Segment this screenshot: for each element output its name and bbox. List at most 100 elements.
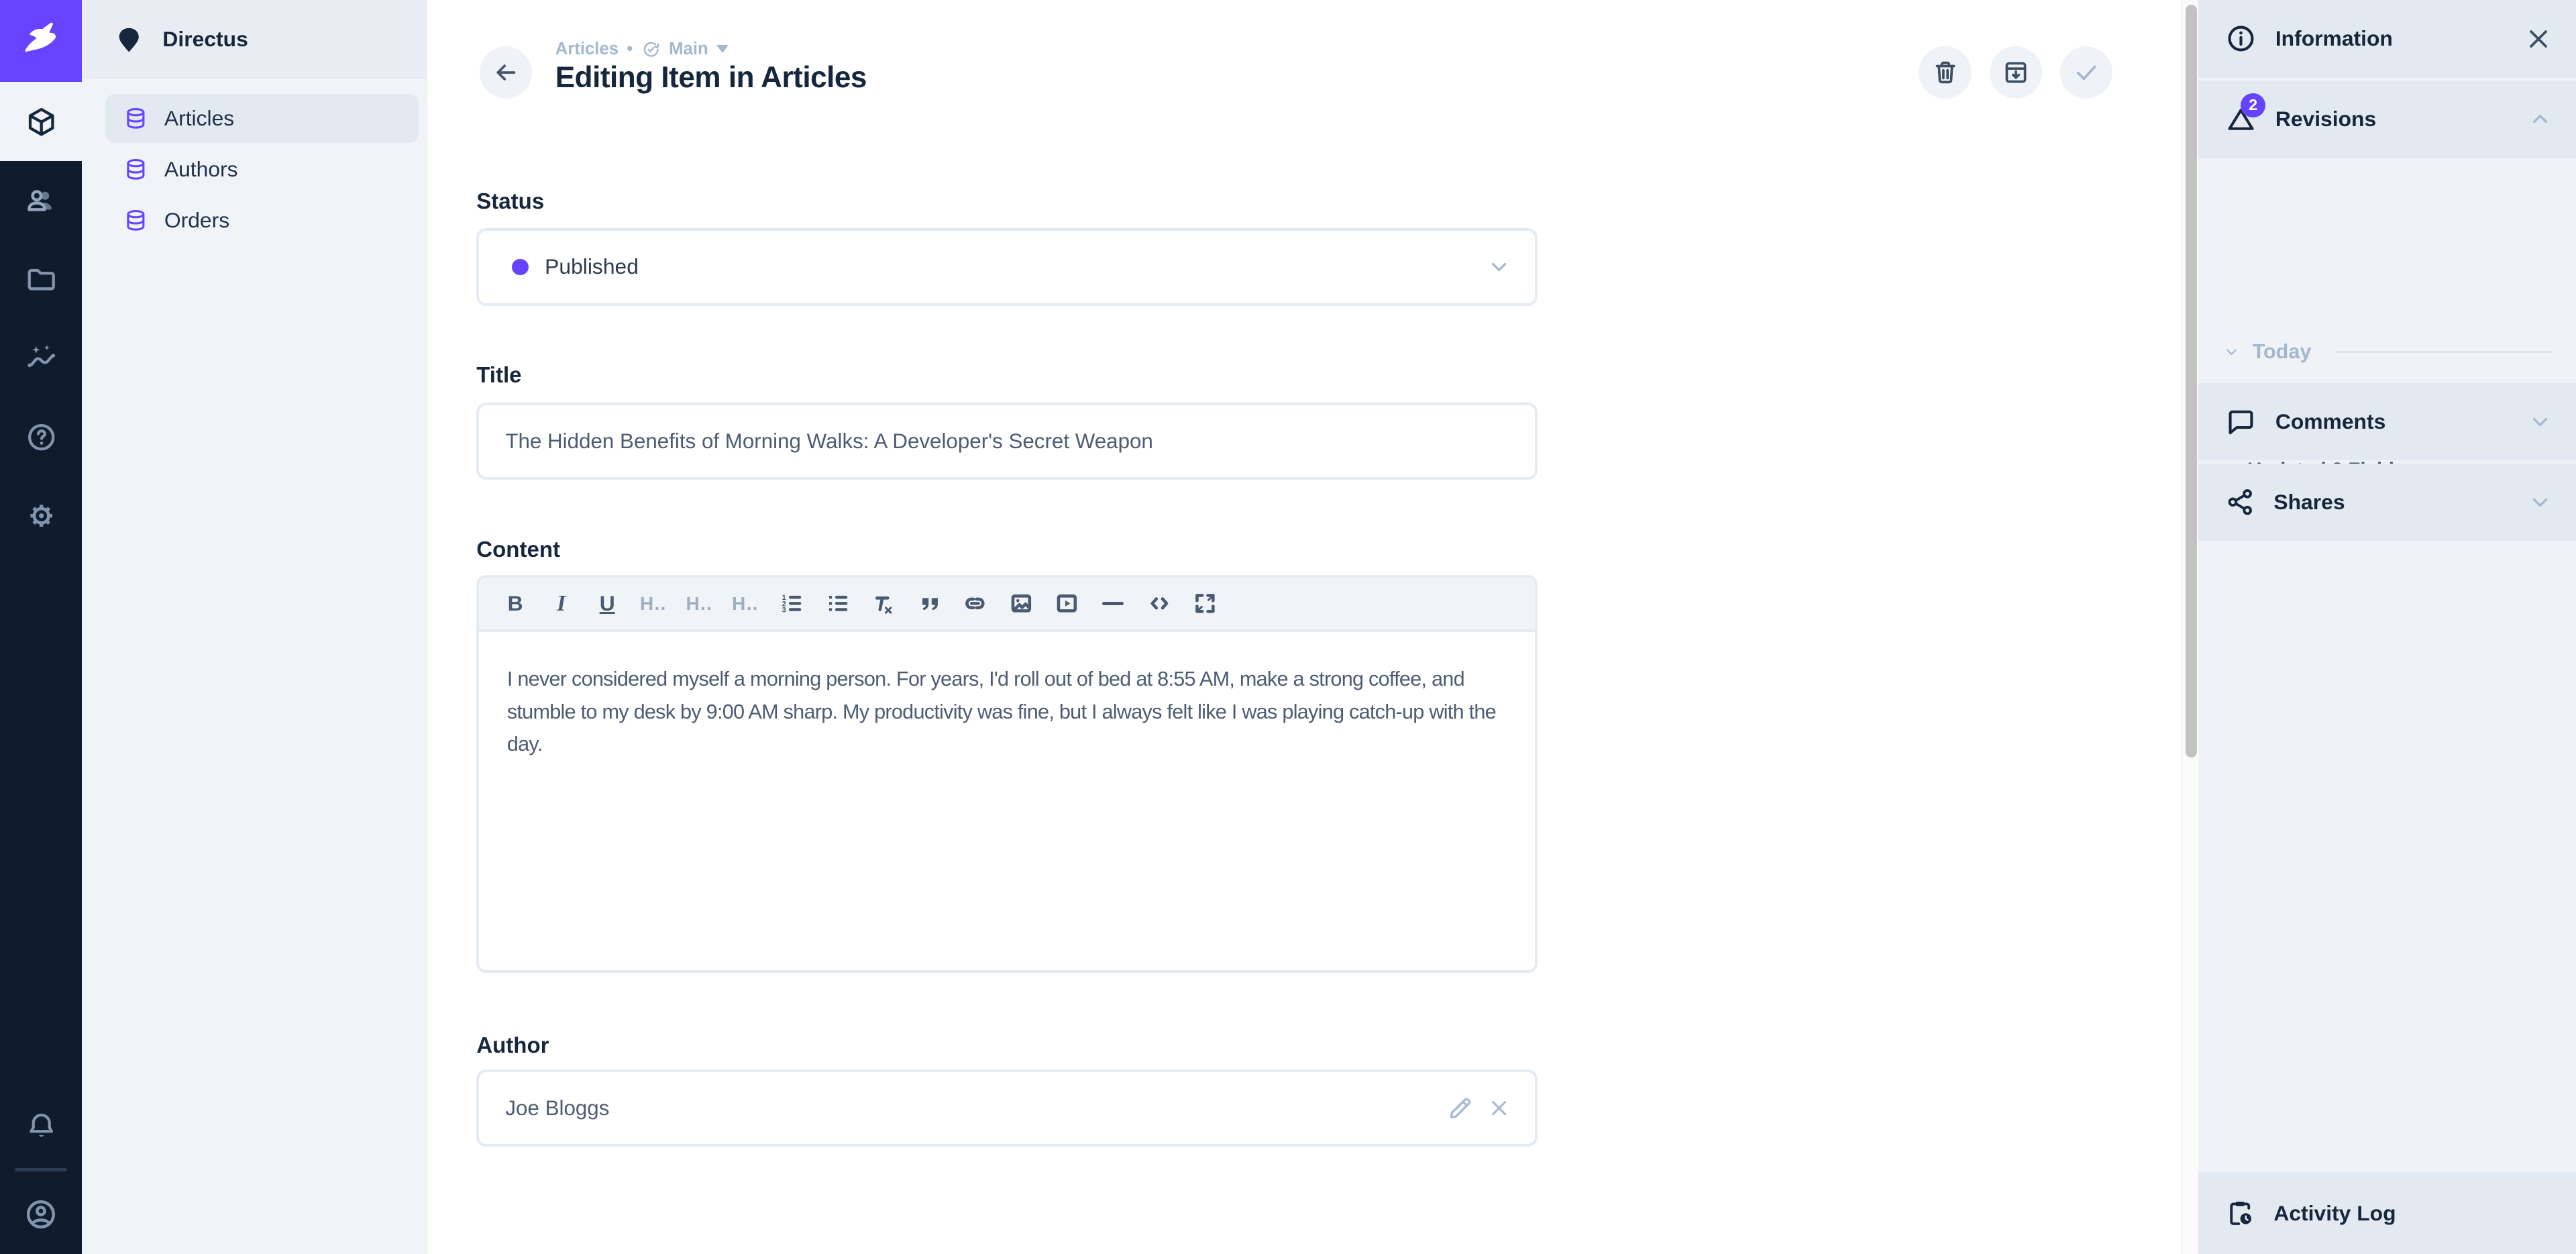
title-label: Title [476, 363, 521, 388]
chevron-down-icon [2527, 409, 2553, 435]
user-circle-icon [23, 1196, 59, 1233]
comment-icon [2224, 405, 2257, 438]
author-label: Author [476, 1033, 549, 1059]
revisions-icon: 2 [2224, 103, 2257, 136]
rabbit-logo-icon [19, 19, 63, 63]
cube-icon [24, 105, 58, 139]
title-input[interactable]: The Hidden Benefits of Morning Walks: A … [476, 403, 1538, 480]
back-button[interactable] [480, 46, 532, 99]
save-as-copy-button[interactable] [1990, 46, 2042, 99]
section-label: Revisions [2275, 107, 2376, 132]
underline-glyph: U [600, 591, 615, 616]
breadcrumb: Articles • Main [555, 40, 729, 59]
sidebar-section-revisions[interactable]: 2 Revisions [2198, 81, 2576, 160]
trash-icon [1931, 58, 1960, 87]
help-icon [24, 420, 58, 454]
code-button[interactable] [1136, 576, 1183, 631]
module-help[interactable] [0, 398, 82, 477]
revisions-group-today[interactable]: Today [2222, 340, 2553, 364]
sidebar-section-activity-log[interactable]: Activity Log [2198, 1171, 2576, 1253]
notifications-button[interactable] [0, 1086, 82, 1165]
database-icon [123, 208, 148, 233]
close-icon[interactable] [2524, 24, 2553, 54]
project-header[interactable]: Directus [82, 0, 427, 79]
save-copy-icon [2001, 58, 2031, 87]
bell-icon [24, 1108, 58, 1143]
module-bar-divider [15, 1168, 67, 1171]
bold-button[interactable]: B [492, 576, 539, 631]
video-icon [1055, 591, 1079, 616]
h3-glyph: H.. [732, 593, 759, 615]
link-button[interactable] [952, 576, 998, 631]
status-dropdown[interactable]: Published [476, 228, 1538, 305]
directus-app: Directus Articles Authors Orders [0, 0, 2576, 1254]
image-button[interactable] [998, 576, 1044, 631]
database-icon [123, 106, 148, 131]
gear-icon [24, 499, 58, 533]
module-files[interactable] [0, 240, 82, 319]
status-dot [512, 259, 528, 275]
directus-logo[interactable] [0, 0, 82, 82]
save-button[interactable] [2060, 46, 2112, 99]
sidebar-item-orders[interactable]: Orders [105, 195, 419, 244]
h2-glyph: H.. [686, 593, 712, 615]
sidebar-section-comments[interactable]: Comments [2198, 383, 2576, 462]
breadcrumb-separator: • [627, 40, 633, 59]
module-settings[interactable] [0, 476, 82, 556]
module-content[interactable] [0, 82, 82, 161]
h1-button[interactable]: H.. [630, 576, 676, 631]
breadcrumb-collection-link[interactable]: Articles [555, 40, 619, 59]
h2-button[interactable]: H.. [676, 576, 722, 631]
delete-button[interactable] [1919, 46, 1971, 99]
project-logo-icon [113, 24, 145, 56]
module-bar [0, 0, 82, 1254]
author-field[interactable]: Joe Bloggs [476, 1069, 1538, 1147]
blockquote-button[interactable] [906, 576, 953, 631]
database-icon [123, 157, 148, 182]
section-label: Activity Log [2273, 1201, 2396, 1226]
ordered-list-icon: 123 [779, 591, 804, 616]
image-icon [1009, 591, 1034, 616]
nav-item-label: Articles [164, 106, 234, 131]
share-icon [2224, 486, 2256, 518]
check-icon [2071, 56, 2102, 88]
sidebar-item-authors[interactable]: Authors [105, 144, 419, 193]
module-users[interactable] [0, 161, 82, 240]
sidebar-item-articles[interactable]: Articles [105, 94, 419, 143]
chevron-down-icon [2222, 343, 2241, 361]
bullet-list-button[interactable] [814, 576, 861, 631]
revisions-count-badge: 2 [2241, 93, 2265, 118]
version-selector[interactable]: Main [669, 40, 708, 59]
italic-button[interactable]: I [538, 576, 584, 631]
version-icon [641, 40, 661, 59]
sidebar-section-information[interactable]: Information [2198, 0, 2576, 79]
content-editor-area[interactable]: I never considered myself a morning pers… [479, 632, 1535, 760]
people-icon [23, 182, 59, 219]
group-divider [2336, 351, 2553, 354]
horizontal-rule-icon [1102, 602, 1124, 605]
ordered-list-button[interactable]: 123 [768, 576, 814, 631]
video-button[interactable] [1044, 576, 1091, 631]
bullet-list-icon [825, 591, 850, 616]
status-value: Published [545, 254, 639, 279]
svg-text:3: 3 [782, 607, 786, 615]
collections-list: Articles Authors Orders [82, 94, 427, 247]
hr-button[interactable] [1090, 576, 1136, 631]
sidebar-section-shares[interactable]: Shares [2198, 464, 2576, 543]
module-insights[interactable] [0, 319, 82, 398]
clear-format-button[interactable] [860, 576, 906, 631]
link-icon [963, 591, 987, 616]
section-label: Information [2275, 26, 2393, 51]
info-sidebar: Information 2 Revisions Today [2198, 0, 2576, 1254]
edit-pencil-icon[interactable] [1446, 1094, 1474, 1122]
fullscreen-button[interactable] [1182, 576, 1228, 631]
insights-icon [24, 341, 58, 375]
deselect-x-icon[interactable] [1486, 1095, 1512, 1121]
activity-log-icon [2224, 1198, 2256, 1229]
underline-button[interactable]: U [584, 576, 631, 631]
nav-item-label: Authors [164, 157, 238, 182]
revisions-panel: Today Updated 2 Fields 9:28:42 am – Admi… [2198, 160, 2576, 383]
account-button[interactable] [0, 1175, 82, 1254]
h3-button[interactable]: H.. [722, 576, 769, 631]
main-scrollbar-thumb[interactable] [2186, 5, 2197, 757]
